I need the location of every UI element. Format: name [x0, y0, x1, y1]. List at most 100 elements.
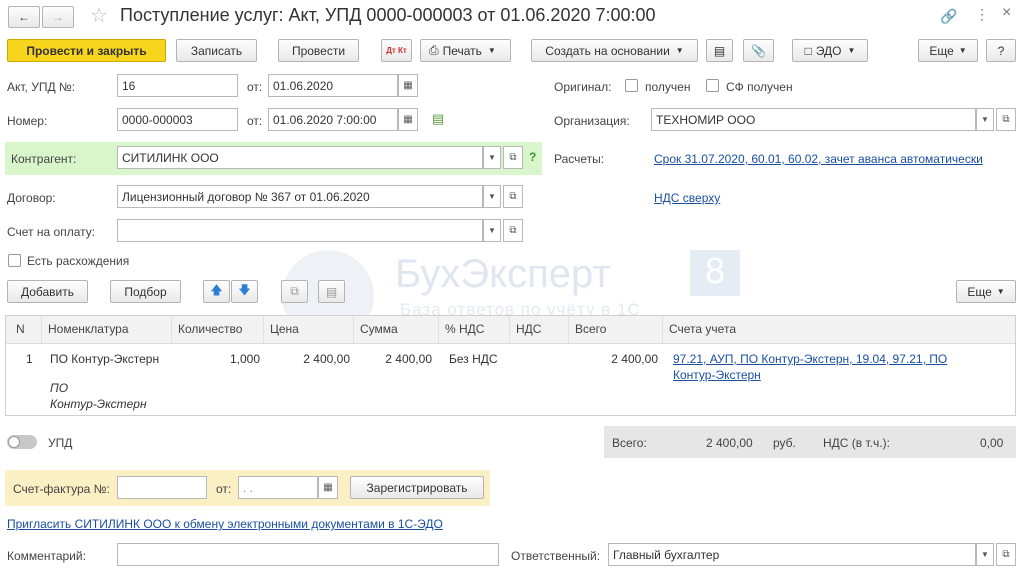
responsible-input[interactable]: Главный бухгалтер: [608, 543, 976, 566]
vat-on-top-link[interactable]: НДС сверху: [654, 191, 720, 205]
col-header-vat[interactable]: НДС: [510, 316, 569, 344]
discrepancy-checkbox[interactable]: [8, 254, 21, 267]
vat-total-label: НДС (в т.ч.):: [823, 436, 890, 450]
comment-label: Комментарий:: [7, 549, 86, 563]
edo-label: ЭДО: [815, 43, 842, 58]
row-accounts-link-line1[interactable]: 97.21, АУП, ПО Контур-Экстерн, 19.04, 97…: [673, 352, 947, 366]
col-header-sum[interactable]: Сумма: [354, 316, 439, 344]
invoice-input[interactable]: [117, 219, 483, 242]
col-header-price[interactable]: Цена: [264, 316, 354, 344]
act-date-input[interactable]: 01.06.2020: [268, 74, 398, 97]
chevron-down-icon[interactable]: ▼: [976, 108, 994, 131]
sf-received-label: СФ получен: [726, 80, 793, 94]
watermark-digit: 8: [690, 250, 740, 296]
help-button[interactable]: ?: [986, 39, 1016, 62]
comment-input[interactable]: [117, 543, 499, 566]
register-button[interactable]: Зарегистрировать: [350, 476, 484, 499]
move-up-icon[interactable]: 🡅: [203, 280, 230, 303]
post-button[interactable]: Провести: [278, 39, 359, 62]
counterparty-input[interactable]: СИТИЛИНК ООО: [117, 146, 483, 169]
more-button[interactable]: Еще ▼: [918, 39, 978, 62]
settlements-link[interactable]: Срок 31.07.2020, 60.01, 60.02, зачет ава…: [654, 152, 983, 166]
edo-invite-link[interactable]: Пригласить СИТИЛИНК ООО к обмену электро…: [7, 517, 443, 531]
total-value: 2 400,00: [706, 436, 753, 450]
menu-dots-icon[interactable]: ⋮: [975, 6, 989, 23]
print-label: Печать: [442, 43, 482, 58]
print-button[interactable]: ⎙ Печать ▼: [420, 39, 511, 62]
open-icon[interactable]: ⧉: [503, 146, 523, 169]
calendar-icon[interactable]: ▦: [398, 108, 418, 131]
table-more-button[interactable]: Еще ▼: [956, 280, 1016, 303]
copy-icon[interactable]: ⧉: [281, 280, 308, 303]
back-button[interactable]: ←: [8, 6, 40, 28]
invoice-date-from-label: от:: [216, 482, 232, 496]
forward-button[interactable]: →: [42, 6, 74, 28]
col-header-total[interactable]: Всего: [569, 316, 663, 344]
contract-label: Договор:: [7, 191, 56, 205]
row-accounts-link-line2[interactable]: Контур-Экстерн: [673, 368, 761, 382]
number-input[interactable]: 0000-000003: [117, 108, 238, 131]
save-button[interactable]: Записать: [176, 39, 257, 62]
col-header-vat-rate[interactable]: % НДС: [439, 316, 510, 344]
open-icon[interactable]: ⧉: [996, 108, 1016, 131]
row-vat-rate: Без НДС: [449, 352, 498, 366]
history-icon[interactable]: ▤: [432, 111, 444, 127]
act-date-from-label: от:: [247, 80, 263, 94]
col-header-accounts[interactable]: Счета учета: [663, 316, 1015, 344]
chevron-down-icon: ▼: [487, 46, 496, 55]
vat-total-value: 0,00: [980, 436, 1004, 450]
chevron-down-icon[interactable]: ▼: [483, 185, 501, 208]
upd-toggle[interactable]: [7, 435, 37, 449]
chevron-down-icon: ▼: [675, 46, 684, 55]
calendar-icon[interactable]: ▦: [398, 74, 418, 97]
dtkt-button[interactable]: Дт Кт: [381, 39, 412, 62]
close-icon[interactable]: ×: [1002, 4, 1011, 22]
link-icon[interactable]: 🔗: [940, 8, 957, 25]
discrepancy-label: Есть расхождения: [27, 254, 130, 268]
organization-input[interactable]: ТЕХНОМИР ООО: [651, 108, 976, 131]
chevron-down-icon: ▼: [996, 287, 1005, 296]
act-number-label: Акт, УПД №:: [7, 80, 76, 94]
printer-icon: ⎙: [429, 43, 439, 57]
number-date-from-label: от:: [247, 114, 263, 128]
structure-icon[interactable]: ▤: [706, 39, 733, 62]
chevron-down-icon: ▼: [847, 46, 856, 55]
edo-button[interactable]: □ ЭДО ▼: [792, 39, 868, 62]
create-based-on-button[interactable]: Создать на основании ▼: [531, 39, 698, 62]
paste-icon[interactable]: ▤: [318, 280, 345, 303]
calendar-icon[interactable]: ▦: [318, 476, 338, 499]
row-qty: 1,000: [229, 352, 260, 366]
col-header-n[interactable]: N: [6, 316, 42, 344]
more-label: Еще: [929, 43, 954, 58]
open-icon[interactable]: ⧉: [503, 219, 523, 242]
attach-icon[interactable]: 📎: [743, 39, 774, 62]
star-icon[interactable]: ☆: [90, 3, 108, 28]
contract-input[interactable]: Лицензионный договор № 367 от 01.06.2020: [117, 185, 483, 208]
post-and-close-button[interactable]: Провести и закрыть: [7, 39, 166, 62]
sf-received-checkbox[interactable]: [706, 79, 719, 92]
move-down-icon[interactable]: 🡇: [231, 280, 258, 303]
col-header-item[interactable]: Номенклатура: [42, 316, 172, 344]
row-item-sub1: ПО: [50, 381, 69, 395]
received-label: получен: [645, 80, 691, 94]
number-date-input[interactable]: 01.06.2020 7:00:00: [268, 108, 398, 131]
chevron-down-icon[interactable]: ▼: [483, 219, 501, 242]
table-row[interactable]: 1 ПО Контур-Экстерн ПО Контур-Экстерн 1,…: [6, 345, 1015, 415]
col-header-qty[interactable]: Количество: [172, 316, 264, 344]
select-button[interactable]: Подбор: [110, 280, 181, 303]
row-item: ПО Контур-Экстерн: [50, 352, 160, 366]
edo-icon: □: [804, 43, 812, 58]
create-based-label: Создать на основании: [545, 43, 670, 58]
received-checkbox[interactable]: [625, 79, 638, 92]
open-icon[interactable]: ⧉: [503, 185, 523, 208]
chevron-down-icon[interactable]: ▼: [976, 543, 994, 566]
open-icon[interactable]: ⧉: [996, 543, 1016, 566]
act-number-input[interactable]: 16: [117, 74, 238, 97]
chevron-down-icon[interactable]: ▼: [483, 146, 501, 169]
upd-label: УПД: [48, 436, 73, 450]
help-question-icon[interactable]: ?: [529, 150, 536, 164]
organization-label: Организация:: [554, 114, 630, 128]
invoice-date-input[interactable]: . .: [238, 476, 318, 499]
add-row-button[interactable]: Добавить: [7, 280, 88, 303]
invoice-number-input[interactable]: [117, 476, 207, 499]
